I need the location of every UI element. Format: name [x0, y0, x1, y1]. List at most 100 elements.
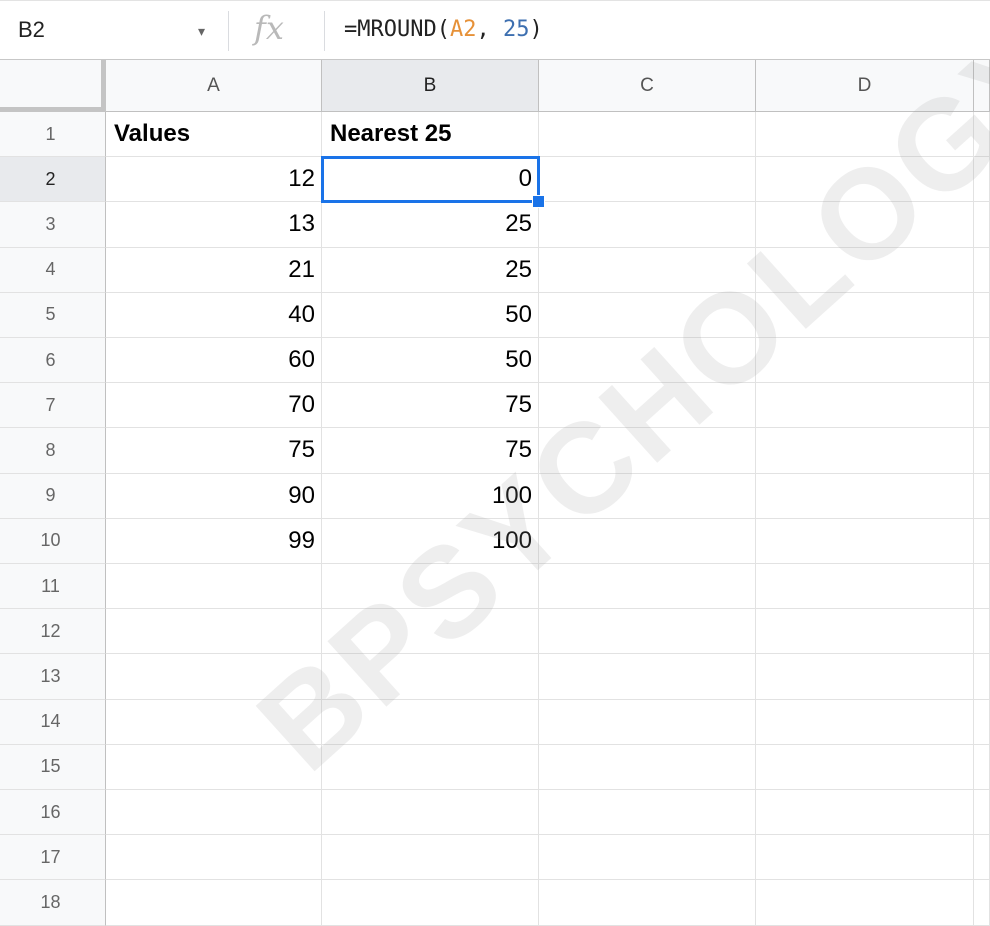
cell-c13[interactable] — [539, 654, 756, 700]
row-header-16[interactable]: 16 — [0, 790, 106, 836]
cell-b11[interactable] — [322, 564, 539, 610]
cell-d7[interactable] — [756, 383, 974, 429]
cell-e14[interactable] — [974, 699, 990, 745]
cell-b18[interactable] — [322, 880, 539, 926]
formula-input[interactable]: =MROUND(A2, 25) — [344, 17, 543, 42]
cell-b14[interactable] — [322, 699, 539, 745]
cell-a1[interactable]: Values — [106, 112, 322, 158]
cell-c8[interactable] — [539, 428, 756, 474]
row-header-17[interactable]: 17 — [0, 835, 106, 881]
cell-b10[interactable]: 100 — [322, 518, 539, 564]
cell-b12[interactable] — [322, 609, 539, 655]
fill-handle[interactable] — [532, 195, 545, 209]
cell-a4[interactable]: 21 — [106, 247, 322, 293]
column-header-e[interactable] — [974, 60, 990, 112]
row-header-1[interactable]: 1 — [0, 112, 106, 158]
cell-c15[interactable] — [539, 744, 756, 790]
cell-e3[interactable] — [974, 202, 990, 248]
cell-e5[interactable] — [974, 292, 990, 338]
cell-b8[interactable]: 75 — [322, 428, 539, 474]
cell-e17[interactable] — [974, 835, 990, 881]
cell-d12[interactable] — [756, 609, 974, 655]
cell-c17[interactable] — [539, 835, 756, 881]
cell-c3[interactable] — [539, 202, 756, 248]
column-header-a[interactable]: A — [106, 60, 322, 112]
column-header-c[interactable]: C — [539, 60, 756, 112]
cell-e9[interactable] — [974, 473, 990, 519]
cell-a2[interactable]: 12 — [106, 157, 322, 203]
cell-d5[interactable] — [756, 292, 974, 338]
cell-d15[interactable] — [756, 744, 974, 790]
row-header-18[interactable]: 18 — [0, 880, 106, 926]
cell-b6[interactable]: 50 — [322, 338, 539, 384]
column-header-d[interactable]: D — [756, 60, 974, 112]
cell-c7[interactable] — [539, 383, 756, 429]
name-box-dropdown-icon[interactable]: ▾ — [198, 23, 205, 40]
row-header-15[interactable]: 15 — [0, 744, 106, 790]
row-header-3[interactable]: 3 — [0, 202, 106, 248]
cell-e15[interactable] — [974, 744, 990, 790]
cell-b7[interactable]: 75 — [322, 383, 539, 429]
cell-e12[interactable] — [974, 609, 990, 655]
cell-d2[interactable] — [756, 157, 974, 203]
cell-d9[interactable] — [756, 473, 974, 519]
row-header-14[interactable]: 14 — [0, 699, 106, 745]
cell-e6[interactable] — [974, 338, 990, 384]
cell-d1[interactable] — [756, 112, 974, 158]
cell-b9[interactable]: 100 — [322, 473, 539, 519]
row-header-4[interactable]: 4 — [0, 247, 106, 293]
cell-e10[interactable] — [974, 518, 990, 564]
cell-a13[interactable] — [106, 654, 322, 700]
cell-d14[interactable] — [756, 699, 974, 745]
row-header-9[interactable]: 9 — [0, 473, 106, 519]
cell-c2[interactable] — [539, 157, 756, 203]
cell-c1[interactable] — [539, 112, 756, 158]
row-header-10[interactable]: 10 — [0, 518, 106, 564]
cell-d8[interactable] — [756, 428, 974, 474]
cell-a16[interactable] — [106, 790, 322, 836]
cell-b15[interactable] — [322, 744, 539, 790]
cell-d18[interactable] — [756, 880, 974, 926]
cell-c6[interactable] — [539, 338, 756, 384]
cell-e1[interactable] — [974, 112, 990, 158]
row-header-11[interactable]: 11 — [0, 564, 106, 610]
cell-a14[interactable] — [106, 699, 322, 745]
row-header-5[interactable]: 5 — [0, 292, 106, 338]
cell-a10[interactable]: 99 — [106, 518, 322, 564]
row-header-13[interactable]: 13 — [0, 654, 106, 700]
row-header-6[interactable]: 6 — [0, 338, 106, 384]
cell-a18[interactable] — [106, 880, 322, 926]
cell-a15[interactable] — [106, 744, 322, 790]
cell-d4[interactable] — [756, 247, 974, 293]
cell-d17[interactable] — [756, 835, 974, 881]
cell-e11[interactable] — [974, 564, 990, 610]
cell-e4[interactable] — [974, 247, 990, 293]
row-header-12[interactable]: 12 — [0, 609, 106, 655]
cell-e13[interactable] — [974, 654, 990, 700]
cell-d16[interactable] — [756, 790, 974, 836]
cell-c18[interactable] — [539, 880, 756, 926]
row-header-2[interactable]: 2 — [0, 157, 106, 203]
select-all-corner[interactable] — [0, 60, 106, 112]
cell-d10[interactable] — [756, 518, 974, 564]
cell-b1[interactable]: Nearest 25 — [322, 112, 539, 158]
cell-a7[interactable]: 70 — [106, 383, 322, 429]
cell-d3[interactable] — [756, 202, 974, 248]
cell-b13[interactable] — [322, 654, 539, 700]
cell-c5[interactable] — [539, 292, 756, 338]
cell-b3[interactable]: 25 — [322, 202, 539, 248]
cell-e7[interactable] — [974, 383, 990, 429]
cell-a11[interactable] — [106, 564, 322, 610]
cell-c11[interactable] — [539, 564, 756, 610]
cell-e2[interactable] — [974, 157, 990, 203]
cell-c16[interactable] — [539, 790, 756, 836]
cell-b16[interactable] — [322, 790, 539, 836]
cell-b17[interactable] — [322, 835, 539, 881]
cell-c12[interactable] — [539, 609, 756, 655]
cell-a6[interactable]: 60 — [106, 338, 322, 384]
cell-e16[interactable] — [974, 790, 990, 836]
cell-c9[interactable] — [539, 473, 756, 519]
cell-c10[interactable] — [539, 518, 756, 564]
name-box[interactable]: B2 — [18, 17, 45, 43]
cell-a5[interactable]: 40 — [106, 292, 322, 338]
